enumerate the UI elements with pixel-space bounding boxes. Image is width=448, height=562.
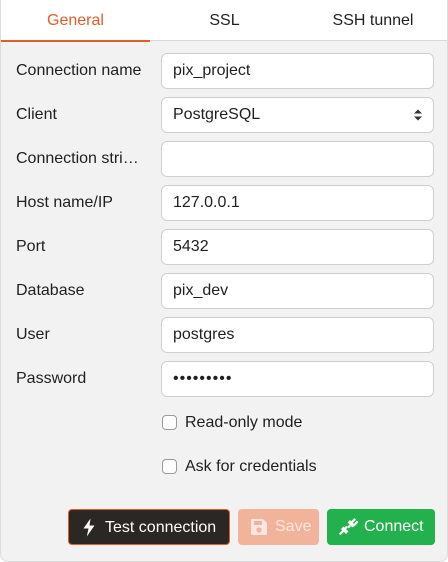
connection-string-row: Connection stri… [1,141,447,177]
host-row: Host name/IP 127.0.0.1 [1,185,447,221]
host-label: Host name/IP [16,194,113,211]
tab-general[interactable]: General [1,0,150,42]
floppy-disk-icon [251,519,267,535]
tab-ssl-label: SSL [209,12,240,29]
active-tab-indicator [1,40,150,42]
client-select[interactable]: PostgreSQL [161,97,434,133]
save-label: Save [275,518,312,535]
password-row: Password ••••••••• [1,361,447,397]
tab-ssl[interactable]: SSL [150,0,299,41]
database-label: Database [16,282,85,299]
connection-settings-panel: General SSL SSH tunnel Connection name p… [0,0,448,562]
test-connection-button[interactable]: Test connection [68,509,230,545]
ask-credentials-option[interactable]: Ask for credentials [161,455,431,479]
ask-credentials-label: Ask for credentials [185,458,317,475]
save-button[interactable]: Save [238,509,319,545]
port-row: Port 5432 [1,229,447,265]
test-connection-label: Test connection [105,519,217,536]
read-only-label: Read-only mode [185,414,303,431]
host-input[interactable]: 127.0.0.1 [161,185,434,221]
select-arrows-icon [414,109,422,121]
ask-credentials-checkbox[interactable] [162,459,177,474]
tab-bar: General SSL SSH tunnel [1,0,447,42]
port-label: Port [16,238,46,255]
connect-label: Connect [364,518,424,535]
lightning-icon [83,518,95,537]
plug-icon [338,518,358,536]
database-input[interactable]: pix_dev [161,273,434,309]
connection-string-label: Connection stri… [16,150,139,167]
user-row: User postgres [1,317,447,353]
user-label: User [16,326,50,343]
client-select-value: PostgreSQL [173,106,261,123]
tab-ssh-tunnel-label: SSH tunnel [332,12,414,29]
connection-name-row: Connection name pix_project [1,53,447,89]
password-label: Password [16,370,87,387]
connection-name-input[interactable]: pix_project [161,53,434,89]
connection-name-label: Connection name [16,62,142,79]
read-only-checkbox[interactable] [162,415,177,430]
connect-button[interactable]: Connect [327,509,435,545]
connection-string-input[interactable] [161,141,434,177]
database-row: Database pix_dev [1,273,447,309]
port-input[interactable]: 5432 [161,229,434,265]
client-row: Client PostgreSQL [1,97,447,133]
password-input[interactable]: ••••••••• [161,361,434,397]
client-label: Client [16,106,57,123]
tab-ssh-tunnel[interactable]: SSH tunnel [299,0,447,41]
read-only-option[interactable]: Read-only mode [161,411,431,435]
tab-general-label: General [47,12,104,29]
user-input[interactable]: postgres [161,317,434,353]
